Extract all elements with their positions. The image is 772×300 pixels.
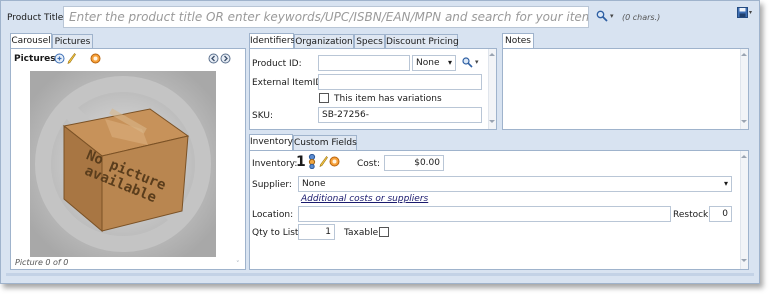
inventory-label: Inventory: [252,159,298,169]
product-title-placeholder: Enter the product title OR enter keyword… [69,10,589,24]
tab-custom-fields[interactable]: Custom Fields [293,135,357,150]
tab-notes[interactable]: Notes [502,33,534,49]
sku-label: SKU: [252,111,273,121]
chevron-down-icon: ▾ [447,58,452,67]
picture-caption: Picture 0 of 0 [15,258,69,267]
supplier-chevron-down-icon: ▾ [723,179,728,188]
add-picture-icon[interactable] [54,53,65,64]
product-id-input[interactable] [318,55,410,71]
next-picture-icon[interactable] [220,53,231,64]
edit-picture-icon[interactable] [67,53,76,65]
tab-inventory[interactable]: Inventory [249,134,293,150]
no-picture-image[interactable]: No picture available [30,71,216,257]
inventory-scrollbar[interactable] [740,151,748,269]
save-icon[interactable] [737,7,748,18]
location-input[interactable] [298,206,671,222]
product-title-label: Product Title: [7,13,67,23]
carousel-scroll-down-icon[interactable]: ˅ [236,260,240,268]
sku-input[interactable]: SB-27256- [318,107,482,123]
inventory-value: 1 [296,154,306,170]
tab-discount-pricing[interactable]: Discount Pricing [385,34,459,49]
scroll-up-icon[interactable] [489,53,495,56]
save-dropdown-arrow-icon[interactable]: ▾ [749,9,752,16]
qty-to-list-label: Qty to List: [252,228,302,238]
scroll-down-icon[interactable] [489,120,495,123]
product-title-input[interactable]: Enter the product title OR enter keyword… [63,6,589,28]
product-id-type-value: None [416,58,440,68]
variations-checkbox[interactable] [319,93,329,103]
cost-input[interactable]: $0.00 [384,155,444,171]
supplier-value: None [302,179,326,189]
inventory-scroll-up-icon[interactable] [741,155,747,158]
product-editor-window: Product Title: Enter the product title O… [0,0,760,284]
taxable-label: Taxable: [344,228,382,238]
identifiers-panel: Product ID: None ▾ ▾ External ItemID: Th… [249,48,497,130]
supplier-select[interactable]: None ▾ [298,176,732,192]
char-count: (0 chars.) [622,13,661,22]
pictures-label: Pictures: [14,54,60,64]
external-item-id-label: External ItemID: [252,78,326,88]
location-label: Location: [252,210,294,220]
qty-to-list-input[interactable]: 1 [298,224,335,240]
notes-scroll-up-icon[interactable] [741,53,747,56]
inventory-scroll-down-icon[interactable] [741,259,747,262]
tab-specs[interactable]: Specs [354,34,385,49]
product-id-search-icon[interactable] [462,57,473,68]
remove-picture-icon[interactable] [90,53,101,64]
carousel-panel: Pictures: No picture available Picture 0… [10,48,246,270]
restock-input[interactable]: 0 [709,206,732,222]
product-id-search-dropdown-icon[interactable]: ▾ [475,58,479,66]
bottom-divider [6,273,754,276]
previous-picture-icon[interactable] [208,53,219,64]
restock-label: Restock: [673,210,712,220]
external-item-id-input[interactable] [318,74,482,90]
inventory-settings-icon[interactable] [329,156,340,167]
taxable-checkbox[interactable] [379,227,389,237]
search-dropdown-arrow-icon[interactable]: ▾ [610,12,614,20]
additional-costs-link[interactable]: Additional costs or suppliers [301,194,428,204]
cost-label: Cost: [357,159,381,169]
identifiers-scrollbar[interactable] [488,49,496,129]
tab-identifiers[interactable]: Identifiers [249,33,295,49]
notes-scrollbar[interactable] [740,49,748,129]
product-id-label: Product ID: [252,59,302,69]
tab-organization[interactable]: Organization [294,34,354,49]
inventory-stack-icon[interactable] [308,153,316,170]
product-id-type-select[interactable]: None ▾ [412,55,456,71]
variations-label: This item has variations [334,94,442,104]
search-icon[interactable] [596,10,608,22]
tab-pictures[interactable]: Pictures [52,34,93,49]
notes-scroll-down-icon[interactable] [741,120,747,123]
inventory-edit-icon[interactable] [319,156,328,168]
supplier-label: Supplier: [252,180,292,190]
notes-textarea[interactable] [502,48,749,130]
tab-carousel[interactable]: Carousel [10,33,52,49]
inventory-panel: Inventory: 1 Cost: $0.00 Supplier: None … [249,150,749,270]
